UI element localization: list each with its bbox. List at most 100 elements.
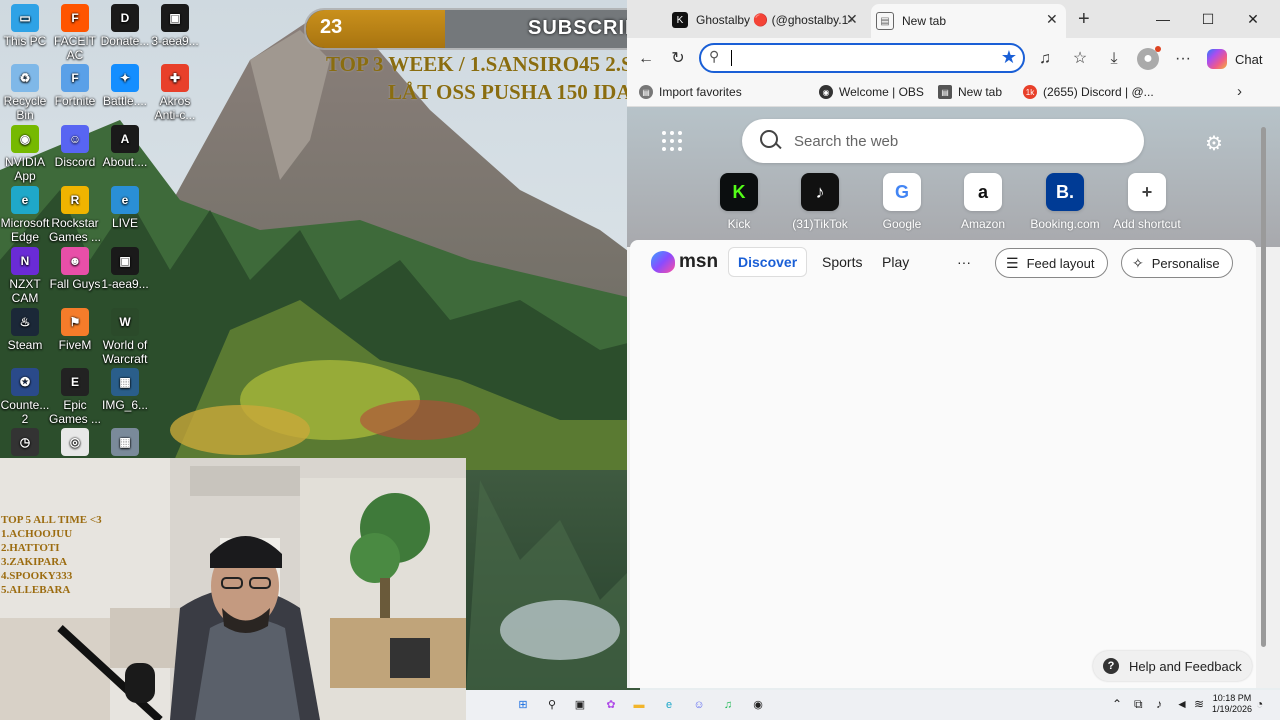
address-bar[interactable]: ⚲ ★ [699, 43, 1025, 73]
personalise-button[interactable]: ✧ Personalise [1121, 248, 1233, 278]
help-feedback-button[interactable]: ? Help and Feedback [1093, 651, 1252, 681]
epic-games-icon: E [61, 368, 89, 396]
taskbar-clock[interactable]: 10:18 PM 1/19/2026 [1212, 693, 1252, 715]
shortcut-tile-icon: a [964, 173, 1002, 211]
top5-entry-5: 5.ALLEBARA [1, 584, 71, 596]
favorites-more-chevron-icon[interactable]: › [1237, 83, 1242, 100]
desktop-shortcut[interactable]: e LIVE [96, 186, 154, 230]
shortcut-label: (31)TikTok [792, 217, 848, 231]
web-search-box[interactable]: Search the web [742, 119, 1144, 163]
search-icon[interactable]: ⚲ [543, 696, 561, 714]
shortcut-label: Booking.com [1030, 217, 1100, 231]
shortcut-tile-icon: K [720, 173, 758, 211]
page-settings-gear-icon[interactable]: ⚙ [1205, 131, 1223, 156]
akros-anticheat-icon: ✚ [161, 64, 189, 92]
apps-launcher-icon[interactable] [662, 131, 682, 151]
spotify-icon[interactable]: ♫ [719, 696, 737, 714]
close-window-icon[interactable]: ✕ [1238, 8, 1268, 30]
nvidia-app-icon: ◉ [11, 125, 39, 153]
favorite-star-icon[interactable]: ★ [1001, 47, 1017, 68]
desktop-shortcut[interactable]: ✚ Akros Anti-c... [146, 64, 204, 122]
tab-discover[interactable]: Discover [728, 247, 808, 277]
tab-strip: K Ghostalby 🔴 (@ghostalby.1- ✕ ▤ New tab… [627, 0, 1280, 38]
tab-play[interactable]: Play [882, 254, 909, 270]
close-tab-new-tab-icon[interactable]: ✕ [1046, 11, 1058, 28]
address-search-icon: ⚲ [709, 48, 720, 64]
desktop-shortcut[interactable]: ▦ [96, 428, 154, 458]
rockstar-games-icon: R [61, 186, 89, 214]
ntp-scrollbar-thumb[interactable] [1261, 127, 1266, 647]
fav-discord[interactable]: 1k (2655) Discord | @... [1023, 85, 1154, 99]
copilot-chat-button[interactable]: Chat [1207, 47, 1262, 71]
network-icon[interactable]: ⧉ [1134, 697, 1143, 712]
top5-entry-4: 4.SPOOKY333 [1, 570, 73, 582]
text-caret [731, 50, 732, 66]
shortcut-kick[interactable]: K Kick [699, 173, 779, 231]
desktop-shortcut-label: Akros Anti-c... [154, 94, 196, 122]
msn-feed-panel: msn Discover Sports Play ··· ☰ Feed layo… [630, 240, 1256, 688]
copilot-logo-icon [1207, 49, 1227, 69]
chrome-icon: ◎ [61, 428, 89, 456]
more-menu-icon[interactable]: ··· [1172, 48, 1194, 70]
desktop-shortcut[interactable]: ▣ 3-aea9... [146, 4, 204, 48]
maximize-icon[interactable]: ☐ [1193, 8, 1223, 30]
sparkle-icon: ✧ [1132, 254, 1144, 271]
back-icon[interactable]: ← [635, 48, 657, 70]
copilot-icon[interactable]: ✿ [602, 696, 620, 714]
shortcut-google[interactable]: G Google [862, 173, 942, 231]
counter-strike-icon: ✪ [11, 368, 39, 396]
shortcut-tile-icon: ♪ [801, 173, 839, 211]
nav-more-icon[interactable]: ··· [957, 254, 971, 270]
desktop-shortcut-label: World of Warcraft [102, 338, 148, 366]
desktop-shortcut[interactable]: ▦ IMG_6... [96, 368, 154, 412]
start-icon[interactable]: ⊞ [514, 696, 532, 714]
tab-sports[interactable]: Sports [822, 254, 862, 270]
fav-import-favorites[interactable]: ▤ Import favorites [639, 85, 742, 99]
desktop-shortcut[interactable]: W World of Warcraft [96, 308, 154, 366]
photo-file-icon: ▦ [111, 428, 139, 456]
shortcut-booking-com[interactable]: B. Booking.com [1025, 173, 1105, 231]
discord-taskbar-icon[interactable]: ☺ [690, 696, 708, 714]
task-view-icon[interactable]: ▣ [571, 696, 589, 714]
fav-new-tab[interactable]: ▤ New tab [938, 85, 1002, 99]
tab-new-tab[interactable]: ▤ New tab [871, 4, 1066, 38]
fav-welcome-obs[interactable]: ◉ Welcome | OBS [819, 85, 924, 99]
new-tab-plus-icon[interactable]: + [1078, 8, 1090, 31]
msn-logo[interactable]: msn [651, 251, 718, 273]
tray-overflow-chevron-icon[interactable]: ⌃ [1112, 697, 1122, 711]
steam-icon: ♨ [11, 308, 39, 336]
minimize-icon[interactable]: — [1148, 8, 1178, 30]
top5-all-time-list: TOP 5 ALL TIME <3 1.ACHOOJUU 2.HATTOTI 3… [1, 513, 102, 597]
desktop-shortcut-label: 3-aea9... [151, 34, 199, 48]
desktop-shortcut[interactable]: ▣ 1-aea9... [96, 247, 154, 291]
import-icon: ▤ [639, 85, 653, 99]
ntp-scrollbar[interactable] [1257, 107, 1271, 688]
wifi-icon[interactable]: ≋ [1194, 697, 1204, 711]
fivem-icon: ⚑ [61, 308, 89, 336]
refresh-icon[interactable]: ↻ [667, 48, 689, 70]
tab-ghostalby-title: Ghostalby 🔴 (@ghostalby.1- [696, 13, 853, 27]
clock-time: 10:18 PM [1212, 693, 1252, 703]
shortcut-31-tiktok[interactable]: ♪ (31)TikTok [780, 173, 860, 231]
feed-layout-button[interactable]: ☰ Feed layout [995, 248, 1108, 278]
search-icon [760, 130, 778, 148]
desktop-shortcut[interactable]: A About.... [96, 125, 154, 169]
notification-bell-icon[interactable]: ◔ [1256, 697, 1263, 711]
desktop-shortcut-label: About.... [102, 155, 148, 169]
about-shortcut-icon: A [111, 125, 139, 153]
obs-icon[interactable]: ◉ [749, 696, 767, 714]
file-explorer-icon[interactable]: ▬ [630, 696, 648, 714]
edge-taskbar-icon[interactable]: e [660, 696, 678, 714]
discord-fav-icon: 1k [1023, 85, 1037, 99]
shortcut-add-shortcut[interactable]: + Add shortcut [1107, 173, 1187, 231]
media-control-icon[interactable]: ♫ [1034, 48, 1056, 70]
close-tab-ghostalby-icon[interactable]: ✕ [846, 11, 858, 28]
volume-icon[interactable]: ◄ [1176, 697, 1188, 711]
microphone-icon[interactable]: ♪ [1156, 697, 1162, 711]
favorites-icon[interactable]: ☆ [1069, 48, 1091, 70]
downloads-icon[interactable]: ⤓ [1103, 48, 1125, 70]
donate-shortcut-icon: D [111, 4, 139, 32]
sliders-icon: ☰ [1006, 254, 1019, 271]
shortcut-amazon[interactable]: a Amazon [943, 173, 1023, 231]
tab-ghostalby[interactable]: K Ghostalby 🔴 (@ghostalby.1- [672, 6, 862, 34]
